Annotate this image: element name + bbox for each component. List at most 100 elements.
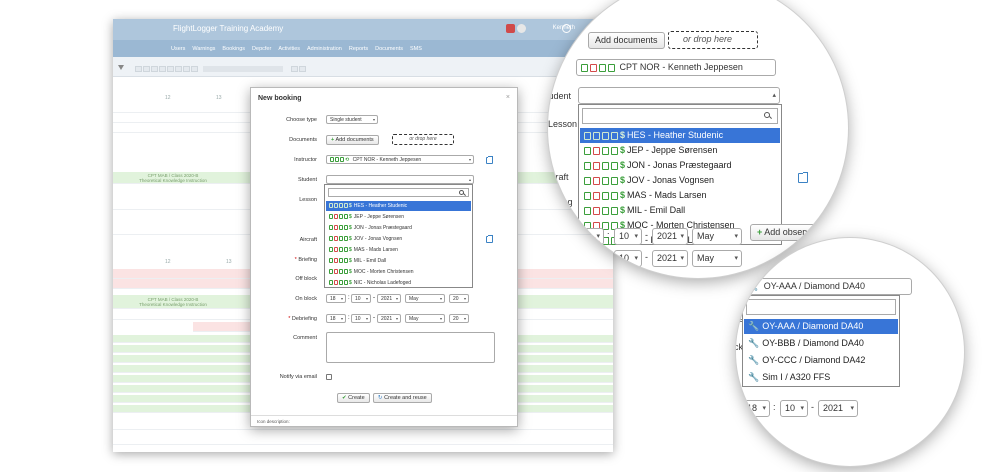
add-documents-button[interactable]: + Add documents [326, 135, 379, 145]
timeline-hour: 12 [165, 95, 171, 101]
student-search-input[interactable] [328, 188, 469, 197]
aircraft-option[interactable]: 🔧 OY-BBB / Diamond DA40 [744, 336, 898, 351]
student-option[interactable]: $ MAS - Mads Larsen [580, 188, 780, 203]
nav-bookings[interactable]: Bookings [222, 46, 245, 52]
document-icon [329, 258, 333, 264]
nav-reports[interactable]: Reports [349, 46, 368, 52]
student-option[interactable]: $ HES - Heather Studenic [580, 128, 780, 143]
block-day[interactable]: 18 ▾ [576, 228, 604, 245]
briefing-text: Briefing [298, 257, 317, 263]
on-block-month[interactable]: May ▾ [405, 294, 445, 303]
date-day[interactable]: 18 ▾ [742, 400, 770, 417]
comment-textarea[interactable] [326, 332, 495, 363]
student-option-label: JON - Jonas Præstegaard [627, 160, 732, 170]
filter-icon[interactable] [118, 65, 124, 70]
student-option-label: HES - Heather Studenic [627, 130, 724, 140]
toolbar-cell[interactable] [175, 66, 182, 72]
student-option[interactable]: $ JOV - Jonas Vognsen [580, 173, 780, 188]
nav-documents[interactable]: Documents [375, 46, 403, 52]
aircraft-search-input[interactable] [746, 299, 896, 315]
toolbar-range-bar[interactable] [203, 66, 283, 72]
user-avatar-icon[interactable] [517, 24, 526, 33]
student-option[interactable]: $ MIL - Emil Dall [580, 203, 780, 218]
external-link-icon[interactable] [486, 156, 493, 164]
student-option[interactable]: $NIC - Nicholas Ladefoged [326, 278, 471, 288]
create-button[interactable]: ✔ Create [337, 393, 370, 403]
calendar-icon [339, 203, 343, 209]
nav-administration[interactable]: Administration [307, 46, 342, 52]
clock-icon [611, 191, 618, 200]
debriefing-year[interactable]: 2021 ▾ [377, 314, 401, 323]
nav-sms[interactable]: SMS [410, 46, 422, 52]
student-option[interactable]: $ JOV - Jonas Vognsen [326, 234, 471, 244]
document-drop-zone[interactable]: or drop here [668, 31, 758, 49]
on-block-day[interactable]: 18 ▾ [326, 294, 346, 303]
document-icon [330, 157, 334, 163]
briefing-month[interactable]: May ▾ [692, 250, 742, 267]
student-option[interactable]: $ JEP - Jeppe Sørensen [326, 212, 471, 222]
debriefing-month[interactable]: May ▾ [405, 314, 445, 323]
student-select[interactable]: ▴ [326, 175, 474, 184]
student-search-input[interactable] [582, 108, 778, 124]
block-month[interactable]: May ▾ [692, 228, 742, 245]
app-topbar: FlightLogger Training Academy Kenneth [113, 19, 613, 40]
help-icon[interactable] [562, 24, 571, 33]
briefing-year[interactable]: 2021 ▾ [652, 250, 688, 267]
student-option[interactable]: $ MOC - Morten Christensen [326, 267, 471, 277]
toolbar-cell[interactable] [183, 66, 190, 72]
timeline-hour: 13 [226, 259, 232, 265]
toolbar-cell[interactable] [191, 66, 198, 72]
block-year[interactable]: 2021 ▾ [652, 228, 688, 245]
aircraft-option[interactable]: 🔧 OY-AAA / Diamond DA40 [744, 319, 898, 334]
student-option[interactable]: $ HES - Heather Studenic [326, 201, 471, 211]
document-icon [584, 146, 591, 155]
type-select[interactable]: Single student ▾ [326, 115, 378, 124]
briefing-month-num[interactable]: 10 ▾ [614, 250, 642, 267]
document-drop-zone[interactable]: or drop here [392, 134, 454, 145]
student-option[interactable]: $ MAS - Mads Larsen [326, 245, 471, 255]
student-option[interactable]: $ JON - Jonas Præstegaard [580, 158, 780, 173]
nav-users[interactable]: Users [171, 46, 185, 52]
nav-depcfer[interactable]: Depcfer [252, 46, 271, 52]
student-option[interactable]: $ MIL - Emil Dall [326, 256, 471, 266]
debriefing-hour[interactable]: 20 ▾ [449, 314, 469, 323]
external-link-icon[interactable] [798, 172, 808, 183]
student-select[interactable]: ▴ [578, 87, 780, 104]
instructor-select[interactable]: CPT NOR - Kenneth Jeppesen [576, 59, 776, 76]
nav-activities[interactable]: Activities [278, 46, 300, 52]
on-block-year[interactable]: 2021 ▾ [377, 294, 401, 303]
nav-warnings[interactable]: Warnings [192, 46, 215, 52]
on-block-month-num[interactable]: 10 ▾ [351, 294, 371, 303]
toolbar-cell[interactable] [159, 66, 166, 72]
date-month-num[interactable]: 10 ▾ [780, 400, 808, 417]
toolbar-cell[interactable] [135, 66, 142, 72]
aircraft-select[interactable]: 🔧 OY-AAA / Diamond DA40 [742, 278, 912, 295]
create-and-reuse-button[interactable]: ↻ Create and reuse [373, 393, 432, 403]
aircraft-option[interactable]: 🔧 Sim I / A320 FFS [744, 370, 898, 385]
briefing-day[interactable]: 18 ▾ [576, 250, 604, 267]
toolbar-cell[interactable] [151, 66, 158, 72]
external-link-icon[interactable] [486, 235, 493, 243]
toolbar-cell[interactable] [167, 66, 174, 72]
toolbar-cell[interactable] [143, 66, 150, 72]
aircraft-label: Aircraft [548, 172, 569, 182]
debriefing-day[interactable]: 18 ▾ [326, 314, 346, 323]
flag-icon[interactable] [506, 24, 515, 33]
clock-icon [611, 131, 618, 140]
toolbar-cell[interactable] [299, 66, 306, 72]
student-option-label: MOC - Morten Christensen [353, 269, 414, 275]
date-year[interactable]: 2021 ▾ [818, 400, 858, 417]
aircraft-option[interactable]: 🔧 OY-CCC / Diamond DA42 [744, 353, 898, 368]
student-option[interactable]: $ JON - Jonas Præstegaard [326, 223, 471, 233]
student-option[interactable]: $ JEP - Jeppe Sørensen [580, 143, 780, 158]
instructor-select[interactable]: ⟲ CPT NOR - Kenneth Jeppesen ▾ [326, 155, 474, 164]
debriefing-month-num[interactable]: 10 ▾ [351, 314, 371, 323]
block-month-num[interactable]: 10 ▾ [614, 228, 642, 245]
toolbar-cell[interactable] [291, 66, 298, 72]
on-block-hour[interactable]: 20 ▾ [449, 294, 469, 303]
add-documents-button[interactable]: Add documents [588, 32, 665, 49]
notify-checkbox[interactable] [326, 374, 332, 380]
add-observer-button[interactable]: + Add observer [750, 224, 825, 241]
dollar-icon: $ [349, 269, 352, 275]
close-icon[interactable]: × [506, 94, 510, 101]
